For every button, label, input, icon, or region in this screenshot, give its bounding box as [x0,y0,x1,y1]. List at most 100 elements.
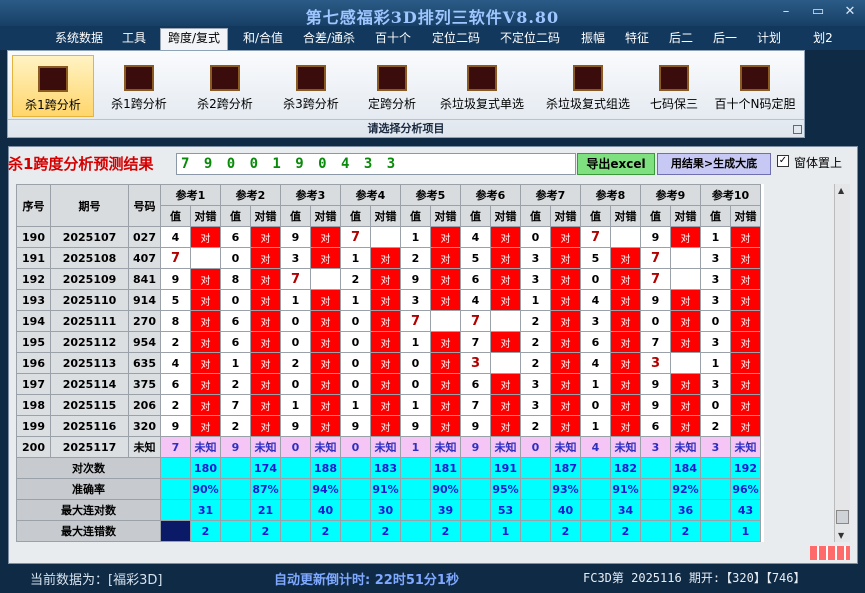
table-row[interactable]: 196 2025113 635 4 对 1 对 2 对 0 对 0 对 3 2 对 4 对 3 1 对 [16,352,761,374]
table-row[interactable]: 197 2025114 375 6 对 2 对 0 对 0 对 0 对 6 对 3 对 1 对 9 对 3 对 [16,373,761,395]
stat-value: 31 [190,499,221,521]
ref-value: 1 [700,226,731,248]
stat-value: 91% [370,478,401,500]
row-period: 2025108 [50,247,129,269]
menu-item-system-data[interactable]: 系统数据 [50,29,108,49]
menu-item-last-one[interactable]: 后一 [706,29,744,49]
ref-hit: 对 [250,268,281,290]
ref-value: 7 [460,331,491,353]
ref-hit: 对 [490,289,521,311]
row-period: 2025109 [50,268,129,290]
menu-item-position-two[interactable]: 定位二码 [426,29,486,49]
ribbon-garbage-single[interactable]: 杀垃圾复式单选 [430,55,534,117]
ribbon-caption: 请选择分析项目 [8,119,804,135]
stat-spacer [520,457,551,479]
row-period: 2025110 [50,289,129,311]
ribbon-expand-icon[interactable] [793,125,802,134]
menu-item-diff-kill[interactable]: 合差/通杀 [298,29,360,49]
col-subheader-value: 值 [640,205,671,227]
ref-hit: 对 [490,247,521,269]
pin-window-checkbox[interactable]: ✓ [777,155,789,167]
menu-item-sum[interactable]: 和/合值 [236,29,290,49]
scroll-up-icon[interactable]: ▲ [838,186,844,195]
ribbon-kill1-span[interactable]: 杀1跨分析 [98,55,180,117]
ribbon-fixed-span[interactable]: 定跨分析 [356,55,428,117]
ref-hit: 对 [370,331,401,353]
stat-value: 184 [670,457,701,479]
ref-miss [370,226,401,248]
stat-value: 1 [730,520,761,542]
stat-value: 183 [370,457,401,479]
menu-item-feature[interactable]: 特征 [618,29,656,49]
scroll-thumb[interactable] [836,510,849,524]
stat-spacer [280,478,311,500]
menu-item-hundreds[interactable]: 百十个 [368,29,418,49]
ref-hit: 对 [670,331,701,353]
menu-item-last-two[interactable]: 后二 [662,29,700,49]
ref-hit: 对 [550,268,581,290]
ribbon-kill1-span-selected[interactable]: 杀1跨分析 [12,55,94,117]
ref-value: 3 [700,247,731,269]
ref-hit: 对 [550,352,581,374]
ref-value: 6 [580,331,611,353]
stat-spacer [220,457,251,479]
col-subheader-result: 对错 [550,205,581,227]
row-seq: 199 [16,415,51,437]
ribbon-kill2-span[interactable]: 杀2跨分析 [184,55,266,117]
menu-item-more[interactable]: 划2 [806,29,840,49]
ref-hit: 对 [550,226,581,248]
col-subheader-result: 对错 [670,205,701,227]
stat-value: 2 [670,520,701,542]
ribbon-n-code[interactable]: 百十个N码定胆 [708,55,802,117]
menu-item-span-compound[interactable]: 跨度/复式 [160,28,228,50]
col-subheader-result: 对错 [190,205,221,227]
ribbon-garbage-group[interactable]: 杀垃圾复式组选 [536,55,640,117]
table-row[interactable]: 191 2025108 407 7 0 对 3 对 1 对 2 对 5 对 3 对 5 对 7 3 对 [16,247,761,269]
stat-spacer [220,478,251,500]
stat-value: 34 [610,499,641,521]
table-row-next[interactable]: 200 2025117 未知 7 未知 9 未知 0 未知 0 未知 1 未知 9 未知 0 未知 4 未知 3 未知 3… [16,436,761,458]
stat-value: 181 [430,457,461,479]
generate-base-button[interactable]: 用结果>生成大底 [657,153,771,175]
table-row[interactable]: 192 2025109 841 9 对 8 对 7 2 对 9 对 6 对 3 对 0 对 7 3 对 [16,268,761,290]
stat-value: 40 [310,499,341,521]
col-subheader-value: 值 [400,205,431,227]
ref-status-unknown: 未知 [490,436,521,458]
menu-item-amplitude[interactable]: 振幅 [574,29,612,49]
table-row[interactable]: 190 2025107 027 4 对 6 对 9 对 7 1 对 4 对 0 对 7 9 对 1 对 [16,226,761,248]
ref-hit: 对 [310,352,341,374]
stat-value: 2 [310,520,341,542]
row-seq: 195 [16,331,51,353]
table-row[interactable]: 193 2025110 914 5 对 0 对 1 对 1 对 3 对 4 对 1 对 4 对 9 对 3 对 [16,289,761,311]
stat-value: 182 [610,457,641,479]
ref-value: 6 [460,373,491,395]
row-number: 未知 [128,436,161,458]
restore-button[interactable]: ▭ [809,4,827,19]
table-row[interactable]: 194 2025111 270 8 对 6 对 0 对 0 对 7 7 2 对 3 对 0 对 0 对 [16,310,761,332]
ribbon-kill3-span[interactable]: 杀3跨分析 [270,55,352,117]
prediction-result-field[interactable]: 7 9 0 0 1 9 0 4 3 3 [176,153,576,175]
ref-prediction: 4 [580,436,611,458]
close-button[interactable]: ✕ [841,4,859,19]
minimize-button[interactable]: – [777,4,795,19]
col-header-ref-4: 参考4 [340,184,401,206]
title-bar: 第七感福彩3D排列三软件V8.80 – ▭ ✕ [0,0,865,28]
vertical-scrollbar[interactable]: ▲ ▼ [834,184,850,542]
menu-item-plan[interactable]: 计划 [750,29,788,49]
analysis-grid: 序号 期号 号码 参考1 参考2 参考3 参考4 参考5 参考6 参考7 参考8 参考9 参考10 值对错… [16,184,764,542]
table-row[interactable]: 195 2025112 954 2 对 6 对 0 对 0 对 1 对 7 对 2 对 6 对 7 对 3 对 [16,331,761,353]
menu-item-unposition-two[interactable]: 不定位二码 [494,29,566,49]
menu-item-tools[interactable]: 工具 [116,29,152,49]
ref-hit: 对 [250,310,281,332]
export-excel-button[interactable]: 导出excel [577,153,655,175]
ref-status-unknown: 未知 [370,436,401,458]
ref-value: 9 [340,415,371,437]
table-row[interactable]: 198 2025115 206 2 对 7 对 1 对 1 对 1 对 7 对 3 对 0 对 9 对 0 对 [16,394,761,416]
ref-hit: 对 [370,415,401,437]
table-row[interactable]: 199 2025116 320 9 对 2 对 9 对 9 对 9 对 9 对 2 对 1 对 6 对 2 对 [16,415,761,437]
ref-hit: 对 [310,415,341,437]
resize-grip[interactable] [810,546,850,560]
ref-value: 4 [580,352,611,374]
ribbon-seven-three[interactable]: 七码保三 [642,55,706,117]
scroll-down-icon[interactable]: ▼ [838,531,844,540]
